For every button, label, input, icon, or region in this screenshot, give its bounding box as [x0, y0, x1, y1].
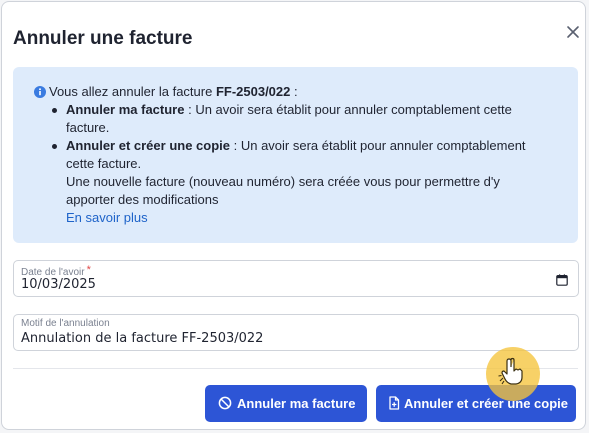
bullet-dot	[52, 108, 57, 113]
option-text: facture.	[66, 120, 110, 135]
option-text: apporter des modifications	[66, 192, 219, 207]
intro-suffix: :	[290, 84, 298, 99]
option-label: Annuler et créer une copie	[66, 138, 230, 153]
motif-field[interactable]: Motif de l'annulation Annulation de la f…	[13, 314, 579, 351]
cancel-invoice-dialog: Annuler une facture Vous allez annuler l…	[1, 1, 586, 430]
hand-pointer-icon	[498, 357, 523, 385]
date-field[interactable]: Date de l'avoir * 10/03/2025	[13, 260, 579, 297]
dialog-title: Annuler une facture	[13, 28, 193, 49]
cancel-invoice-label: Annuler ma facture	[237, 396, 356, 411]
list-item: Annuler ma facture : Un avoir sera établ…	[52, 101, 556, 137]
required-mark: *	[86, 264, 91, 276]
calendar-icon[interactable]	[556, 274, 568, 286]
motif-field-label: Motif de l'annulation	[21, 318, 110, 329]
ban-icon	[218, 396, 232, 410]
cancel-invoice-button[interactable]: Annuler ma facture	[205, 385, 367, 422]
learn-more-link[interactable]: En savoir plus	[66, 209, 148, 227]
intro-prefix: Vous allez annuler la facture	[49, 84, 216, 99]
motif-input[interactable]: Annulation de la facture FF-2503/022	[21, 331, 263, 346]
list-item: Annuler et créer une copie : Un avoir se…	[52, 137, 556, 227]
option-label: Annuler ma facture	[66, 102, 185, 117]
option-text: cette facture.	[66, 156, 142, 171]
bullet-dot	[52, 144, 57, 149]
info-panel: Vous allez annuler la facture FF-2503/02…	[13, 67, 578, 243]
info-icon	[34, 86, 46, 98]
date-field-label: Date de l'avoir *	[21, 264, 91, 278]
date-input[interactable]: 10/03/2025	[21, 277, 96, 292]
option-text: : Un avoir sera établit pour annuler com…	[230, 138, 526, 153]
footer-divider	[13, 368, 578, 369]
info-intro: Vous allez annuler la facture FF-2503/02…	[34, 83, 298, 101]
cancel-and-copy-button[interactable]: Annuler et créer une copie	[376, 385, 576, 422]
document-plus-icon	[389, 396, 400, 410]
option-text: Une nouvelle facture (nouveau numéro) se…	[66, 174, 500, 189]
option-text: : Un avoir sera établit pour annuler com…	[184, 102, 512, 117]
cancel-and-copy-label: Annuler et créer une copie	[404, 396, 568, 411]
close-icon[interactable]	[565, 24, 581, 40]
invoice-number: FF-2503/022	[215, 84, 291, 99]
info-list: Annuler ma facture : Un avoir sera établ…	[52, 101, 556, 227]
